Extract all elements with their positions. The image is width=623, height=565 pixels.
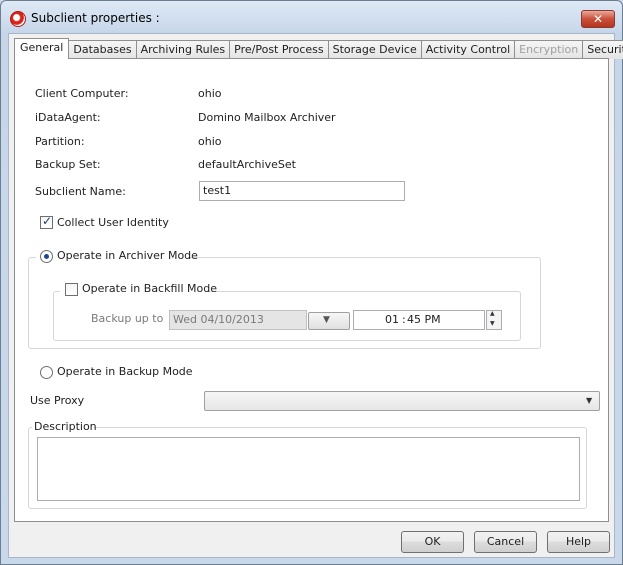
tab-encryption: Encryption [514, 40, 584, 59]
dialog-body: General Databases Archiving Rules Pre/Po… [8, 33, 623, 558]
close-button[interactable]: ✕ [581, 10, 615, 28]
partition-label: Partition: [35, 135, 85, 148]
description-label: Description [34, 420, 97, 433]
tab-storage-device[interactable]: Storage Device [327, 40, 422, 59]
dialog-window: Subclient properties : ✕ General Databas… [0, 0, 623, 565]
description-textarea[interactable] [37, 437, 580, 501]
subclient-name-input[interactable]: test1 [199, 181, 405, 201]
tab-archiving-rules[interactable]: Archiving Rules [135, 40, 231, 59]
time-hour[interactable]: 01 [385, 311, 399, 329]
title-bar: Subclient properties : ✕ [1, 1, 622, 33]
spin-down-icon[interactable]: ▼ [490, 320, 495, 327]
chevron-down-icon: ▼ [323, 315, 330, 325]
window-title: Subclient properties : [31, 11, 160, 25]
backfill-mode-checkbox[interactable] [65, 283, 78, 296]
idataagent-label: iDataAgent: [35, 111, 101, 124]
collect-user-identity-label: Collect User Identity [57, 216, 169, 229]
backup-time-field[interactable]: 01 : 45 PM [353, 310, 485, 330]
backfill-mode-label: Operate in Backfill Mode [82, 282, 217, 295]
backup-date-field[interactable]: Wed 04/10/2013 [169, 310, 307, 330]
collect-user-identity-checkbox[interactable]: ✓ [40, 214, 53, 229]
tab-pre-post-process[interactable]: Pre/Post Process [229, 40, 329, 59]
backup-up-to-label: Backup up to [91, 312, 164, 325]
radio-selected-dot [44, 254, 49, 259]
tab-databases[interactable]: Databases [68, 40, 137, 59]
app-icon [10, 11, 26, 27]
tab-strip: General Databases Archiving Rules Pre/Po… [14, 38, 623, 59]
tab-security[interactable]: Security [582, 40, 623, 59]
backup-set-label: Backup Set: [35, 158, 101, 171]
tab-activity-control[interactable]: Activity Control [420, 40, 516, 59]
partition-value: ohio [198, 135, 222, 148]
archiver-mode-radio[interactable] [40, 250, 53, 263]
cancel-button[interactable]: Cancel [474, 531, 537, 553]
tab-general[interactable]: General [14, 38, 70, 59]
backup-mode-label: Operate in Backup Mode [57, 365, 193, 378]
time-minute[interactable]: 45 PM [407, 311, 441, 329]
help-button[interactable]: Help [547, 531, 610, 553]
archiver-mode-label: Operate in Archiver Mode [57, 249, 198, 262]
chevron-down-icon: ▼ [586, 396, 593, 405]
backup-set-value: defaultArchiveSet [198, 158, 296, 171]
client-computer-value: ohio [198, 87, 222, 100]
idataagent-value: Domino Mailbox Archiver [198, 111, 336, 124]
general-tab-panel: Client Computer: ohio iDataAgent: Domino… [14, 58, 609, 522]
use-proxy-combobox[interactable]: ▼ [204, 391, 600, 411]
date-picker-button[interactable]: ▼ [308, 312, 350, 330]
time-spinner[interactable]: ▲ ▼ [486, 310, 502, 330]
check-icon: ✓ [42, 214, 53, 228]
time-separator: : [402, 313, 406, 326]
use-proxy-label: Use Proxy [30, 394, 85, 407]
backup-mode-radio[interactable] [40, 366, 53, 379]
subclient-name-label: Subclient Name: [35, 185, 126, 198]
client-computer-label: Client Computer: [35, 87, 129, 100]
spin-up-icon[interactable]: ▲ [490, 310, 495, 317]
ok-button[interactable]: OK [401, 531, 464, 553]
